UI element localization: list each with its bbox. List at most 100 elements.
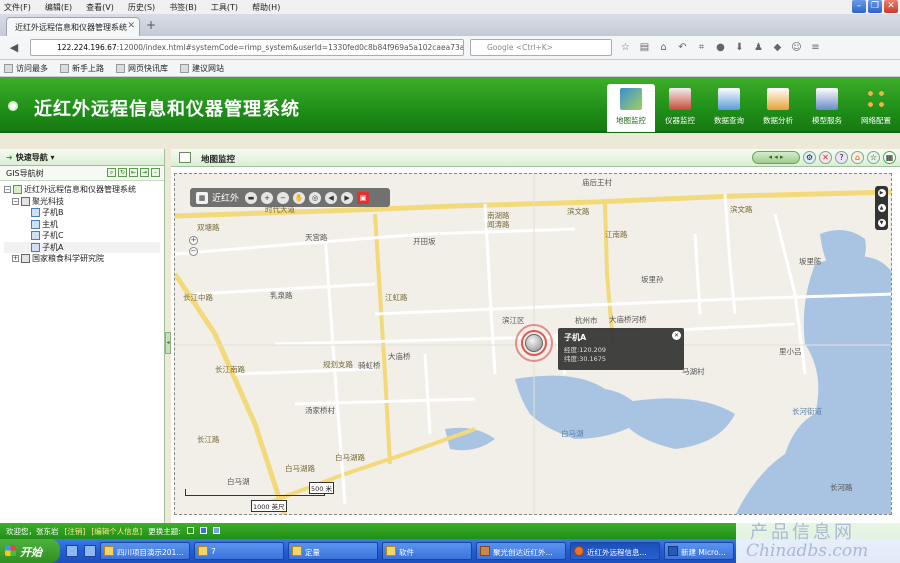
- bookmark-getting-started[interactable]: 新手上路: [60, 63, 104, 74]
- tree-node-device-selected[interactable]: 子机A: [4, 241, 160, 253]
- menu-file[interactable]: 文件(F): [4, 2, 31, 13]
- module-label: 数据分析: [763, 116, 793, 125]
- tree-node-device[interactable]: 子机B: [4, 207, 160, 219]
- theme-lightblue-swatch[interactable]: [212, 527, 220, 534]
- hamburger-menu-icon[interactable]: ≡: [808, 40, 823, 55]
- module-data-query[interactable]: 数据查询: [705, 84, 753, 132]
- help-icon[interactable]: ?: [835, 151, 848, 164]
- menu-tools[interactable]: 工具(T): [211, 2, 238, 13]
- expand-toggle-icon[interactable]: +: [12, 255, 19, 263]
- menu-history[interactable]: 历史(S): [128, 2, 155, 13]
- module-model-service[interactable]: 模型服务: [803, 84, 851, 132]
- bookmark-star-icon[interactable]: ☆: [618, 40, 633, 55]
- main-panel-header: 地图监控 ◂ ◂ ▸ ⚙ ✕ ? ⌂ ☆ ▦: [171, 149, 900, 167]
- module-data-analysis[interactable]: 数据分析: [754, 84, 802, 132]
- start-button[interactable]: 开始: [0, 539, 60, 563]
- collapse-toggle-icon[interactable]: −: [4, 186, 11, 194]
- module-network-config[interactable]: 网络配置: [852, 84, 900, 132]
- grid-icon[interactable]: ▦: [883, 151, 896, 164]
- zoom-out-icon[interactable]: −: [277, 191, 290, 204]
- taskbar-item[interactable]: 软件: [382, 542, 472, 560]
- home-icon[interactable]: ⌂: [656, 40, 671, 55]
- app-icon: [480, 546, 490, 556]
- zoom-out-small-icon[interactable]: −: [189, 247, 198, 256]
- quick-nav-header[interactable]: ➜ 快速导航 ▾: [0, 149, 164, 166]
- full-extent-icon[interactable]: ◎: [309, 191, 322, 204]
- bookmark-web-slices[interactable]: 网页快讯库: [116, 63, 168, 74]
- pan-down-icon[interactable]: ▼: [877, 218, 886, 227]
- device-location-marker[interactable]: [515, 324, 553, 362]
- tree-collapse-icon[interactable]: ⇥: [140, 168, 149, 177]
- tree-node-device[interactable]: 主机: [4, 219, 160, 231]
- taskbar-item[interactable]: 聚光创达近红外...: [476, 542, 566, 560]
- tree-search-icon[interactable]: ⌕: [107, 168, 116, 177]
- browser-toolbar-icons: ☆ ▤ ⌂ ↶ ⌗ ● ⬇ ♟ ◆ ☺ ≡: [618, 40, 823, 55]
- taskbar-item[interactable]: 7: [194, 542, 284, 560]
- taskbar-item[interactable]: 四川项目演示201...: [100, 542, 190, 560]
- tree-node-device[interactable]: 子机C: [4, 230, 160, 242]
- menu-help[interactable]: 帮助(H): [252, 2, 280, 13]
- module-instrument-monitor[interactable]: 仪器监控: [656, 84, 704, 132]
- close-tab-icon[interactable]: ✕: [127, 21, 135, 31]
- minimize-toolbar-icon[interactable]: ▬: [245, 191, 258, 204]
- address-bar[interactable]: 122.224.196.67:12000/index.html#systemCo…: [30, 39, 464, 56]
- taskbar-item-label: 四川项目演示201...: [117, 548, 184, 557]
- undo-icon[interactable]: ↶: [675, 40, 690, 55]
- bookmark-suggested-sites[interactable]: 建议网站: [180, 63, 224, 74]
- reading-icon[interactable]: ▤: [637, 40, 652, 55]
- layer-icon[interactable]: ▦: [196, 191, 208, 204]
- restore-button[interactable]: ❐: [868, 0, 882, 13]
- nav-arrows-control[interactable]: ◂ ◂ ▸: [752, 151, 800, 164]
- pan-hand-icon[interactable]: ✋: [293, 191, 306, 204]
- tree-node-root[interactable]: − 近红外远程信息和仪器管理系统: [4, 184, 160, 196]
- map-label: 白马湖路: [285, 464, 315, 473]
- menu-view[interactable]: 查看(V): [86, 2, 114, 13]
- extension-icon[interactable]: ◆: [770, 40, 785, 55]
- theme-blue-swatch[interactable]: [199, 527, 207, 534]
- taskbar-item-active[interactable]: 近红外远程信息...: [570, 542, 660, 560]
- popup-close-icon[interactable]: ✕: [672, 331, 681, 340]
- chat-icon[interactable]: ●: [713, 40, 728, 55]
- close-icon[interactable]: ✕: [819, 151, 832, 164]
- search-input[interactable]: Google <Ctrl+K>: [470, 39, 612, 56]
- theme-green-swatch[interactable]: [186, 527, 194, 534]
- tree-node-org[interactable]: + 国家粮食科学研究院: [4, 253, 160, 265]
- taskbar-item[interactable]: 定量: [288, 542, 378, 560]
- tree-node-org[interactable]: − 聚光科技: [4, 196, 160, 208]
- user-icon[interactable]: ♟: [751, 40, 766, 55]
- tree-refresh-icon[interactable]: ↻: [118, 168, 127, 177]
- star-icon[interactable]: ☆: [867, 151, 880, 164]
- logout-link[interactable]: [注销]: [65, 526, 86, 536]
- zoom-in-small-icon[interactable]: +: [189, 236, 198, 245]
- tree-minimize-icon[interactable]: –: [151, 168, 160, 177]
- module-map-monitor[interactable]: 地图监控: [607, 84, 655, 132]
- settings-icon[interactable]: ⚙: [803, 151, 816, 164]
- pan-up-icon[interactable]: ▲: [877, 203, 886, 212]
- pan-forward-icon[interactable]: ▶: [877, 189, 886, 198]
- map-canvas[interactable]: 双塘路 天宫路 开田坂 庙后王村 滨文路 滨文路 南湖路 坂里孙 坂里陈 乳泉路…: [174, 173, 892, 515]
- smiley-icon[interactable]: ☺: [789, 40, 804, 55]
- zoom-in-icon[interactable]: +: [261, 191, 274, 204]
- quicklaunch-desktop-icon[interactable]: [84, 545, 96, 557]
- clear-icon[interactable]: ▣: [357, 191, 370, 204]
- download-icon[interactable]: ⬇: [732, 40, 747, 55]
- back-icon[interactable]: ◀: [6, 40, 22, 56]
- bookmark-most-visited[interactable]: 访问最多: [4, 63, 48, 74]
- minimize-button[interactable]: –: [852, 0, 866, 13]
- page-icon: [60, 63, 69, 73]
- edit-profile-link[interactable]: [编辑个人信息]: [91, 526, 142, 536]
- new-tab-icon[interactable]: +: [146, 18, 156, 32]
- collapse-toggle-icon[interactable]: −: [12, 197, 19, 205]
- crop-icon[interactable]: ⌗: [694, 40, 709, 55]
- close-window-button[interactable]: ✕: [884, 0, 898, 13]
- left-panel: ➜ 快速导航 ▾ GIS导航树 ⌕ ↻ ⇤ ⇥ – − 近红外远程信息和仪器管理系…: [0, 149, 165, 523]
- tree-expand-icon[interactable]: ⇤: [129, 168, 138, 177]
- next-extent-icon[interactable]: ▶: [341, 191, 354, 204]
- home-icon[interactable]: ⌂: [851, 151, 864, 164]
- previous-extent-icon[interactable]: ◀: [325, 191, 338, 204]
- taskbar-item[interactable]: 新建 Micro...: [664, 542, 734, 560]
- menu-bookmarks[interactable]: 书签(B): [169, 2, 197, 13]
- quicklaunch-ie-icon[interactable]: [66, 545, 78, 557]
- browser-tab[interactable]: 近红外远程信息和仪器管理系统 ✕: [6, 17, 140, 36]
- menu-edit[interactable]: 编辑(E): [45, 2, 72, 13]
